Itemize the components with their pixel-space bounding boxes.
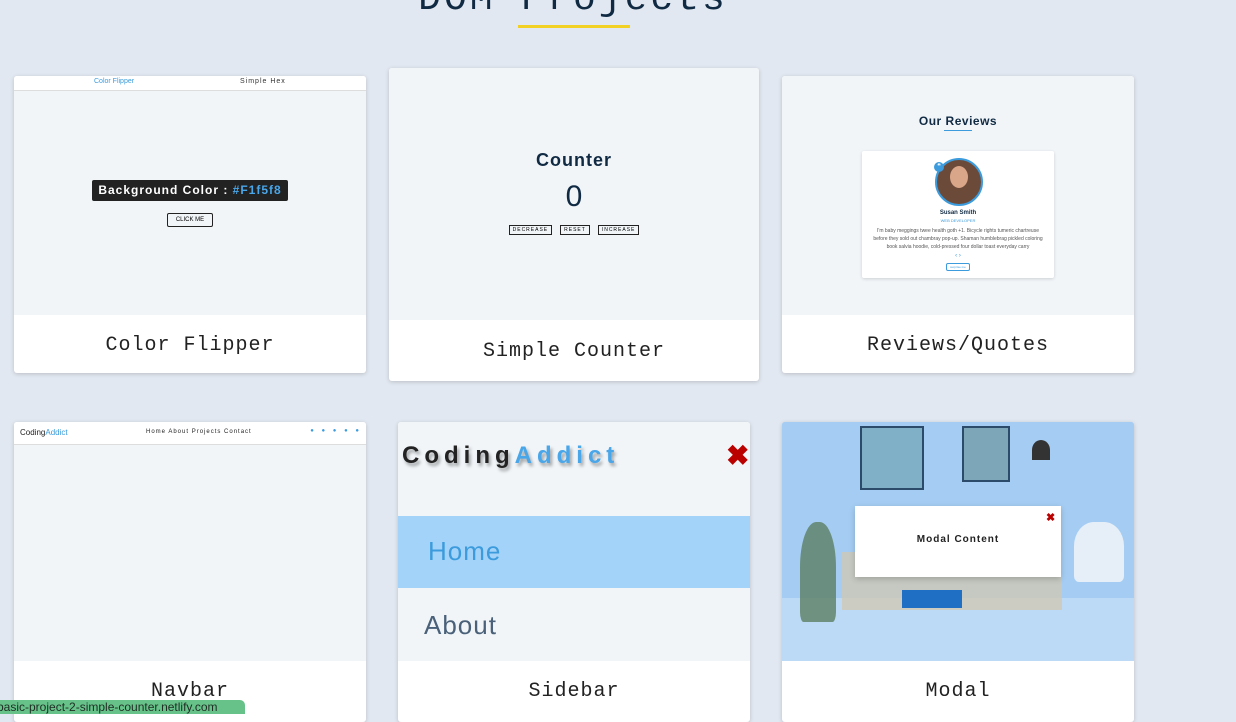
preview-logo: CodingAddict <box>402 442 619 470</box>
preview-logo: Color Flipper <box>94 78 135 85</box>
project-card-sidebar[interactable]: CodingAddict ✖ Home About Sidebar <box>398 422 750 722</box>
preview-counter-value: 0 <box>565 180 583 213</box>
preview-sidebar-link-about: About <box>424 610 497 640</box>
preview-sidebar-link-home: Home <box>398 516 750 588</box>
project-title[interactable]: Modal <box>782 680 1134 703</box>
sideboard-drawer <box>902 590 962 608</box>
project-card-modal[interactable]: ✖ Modal Content Modal <box>782 422 1134 722</box>
wall-painting <box>860 426 924 490</box>
project-title[interactable]: Reviews/Quotes <box>782 334 1134 357</box>
project-preview-image[interactable]: Our Reviews ❝ Susan Smith WEB DEVELOPER … <box>782 76 1134 315</box>
project-card-color-flipper[interactable]: Color Flipper Simple Hex Background Colo… <box>14 76 366 373</box>
project-preview-image[interactable]: CodingAddict ✖ Home About <box>398 422 750 661</box>
project-preview-image[interactable]: Counter 0 DECREASE RESET INCREASE <box>389 68 759 320</box>
preview-heading-underline <box>944 130 972 131</box>
title-underline <box>518 25 630 28</box>
preview-review-job: WEB DEVELOPER <box>940 218 976 223</box>
preview-reviews-heading: Our Reviews <box>918 114 998 128</box>
project-preview-image[interactable]: Color Flipper Simple Hex Background Colo… <box>14 76 366 315</box>
preview-logo-text: Coding <box>20 428 46 437</box>
preview-logo-text: Coding <box>402 442 515 469</box>
preview-hex-value: #F1f5f8 <box>232 183 282 197</box>
status-bar-url: basic-project-2-simple-counter.netlify.c… <box>0 700 245 714</box>
project-card-simple-counter[interactable]: Counter 0 DECREASE RESET INCREASE Simple C… <box>389 68 759 381</box>
lamp <box>1032 440 1050 460</box>
preview-modal-box: ✖ Modal Content <box>855 506 1061 577</box>
preview-logo-accent: Addict <box>514 442 620 469</box>
project-card-reviews[interactable]: Our Reviews ❝ Susan Smith WEB DEVELOPER … <box>782 76 1134 373</box>
preview-counter-buttons: DECREASE RESET INCREASE <box>389 225 759 235</box>
project-card-navbar[interactable]: CodingAddict Home About Projects Contact… <box>14 422 366 722</box>
preview-logo-accent: Addict <box>45 428 68 437</box>
preview-nav-links: Home About Projects Contact <box>146 429 252 435</box>
preview-navbar: CodingAddict Home About Projects Contact… <box>14 422 366 445</box>
project-preview-image[interactable]: CodingAddict Home About Projects Contact… <box>14 422 366 661</box>
close-icon: ✖ <box>726 440 750 471</box>
close-icon: ✖ <box>1046 512 1056 524</box>
preview-review-name: Susan Smith <box>939 210 977 216</box>
project-title[interactable]: Sidebar <box>398 680 750 703</box>
preview-logo: CodingAddict <box>20 428 68 437</box>
preview-increase-button: INCREASE <box>597 225 640 235</box>
chair <box>1074 522 1124 582</box>
preview-review-text: I'm baby meggings twee health goth +1. B… <box>873 228 1043 250</box>
chevron-arrows-icon: ‹ › <box>955 253 961 259</box>
quote-icon: ❝ <box>934 162 944 172</box>
project-preview-image[interactable]: ✖ Modal Content <box>782 422 1134 661</box>
section-title: DOM Projects <box>0 0 1146 21</box>
preview-label-text: Background Color : <box>98 183 233 197</box>
preview-surprise-button: surprise me <box>946 263 970 271</box>
project-title[interactable]: Color Flipper <box>14 334 366 357</box>
preview-counter-heading: Counter <box>536 150 612 170</box>
preview-review-card: ❝ Susan Smith WEB DEVELOPER I'm baby meg… <box>862 151 1054 278</box>
preview-modal-text: Modal Content <box>916 534 1000 545</box>
preview-click-button: CLICK ME <box>167 213 213 227</box>
bonsai-plant <box>800 522 836 622</box>
preview-decrease-button: DECREASE <box>508 225 553 235</box>
preview-reset-button: RESET <box>560 225 590 235</box>
preview-sidebar-link-label: Home <box>428 536 502 566</box>
preview-navbar: Color Flipper Simple Hex <box>14 76 366 91</box>
project-title[interactable]: Simple Counter <box>389 340 759 363</box>
preview-nav-links: Simple Hex <box>240 78 286 85</box>
wall-painting <box>962 426 1010 482</box>
preview-background-label: Background Color : #F1f5f8 <box>92 180 288 201</box>
social-icons: ● ● ● ● ● <box>310 428 362 434</box>
